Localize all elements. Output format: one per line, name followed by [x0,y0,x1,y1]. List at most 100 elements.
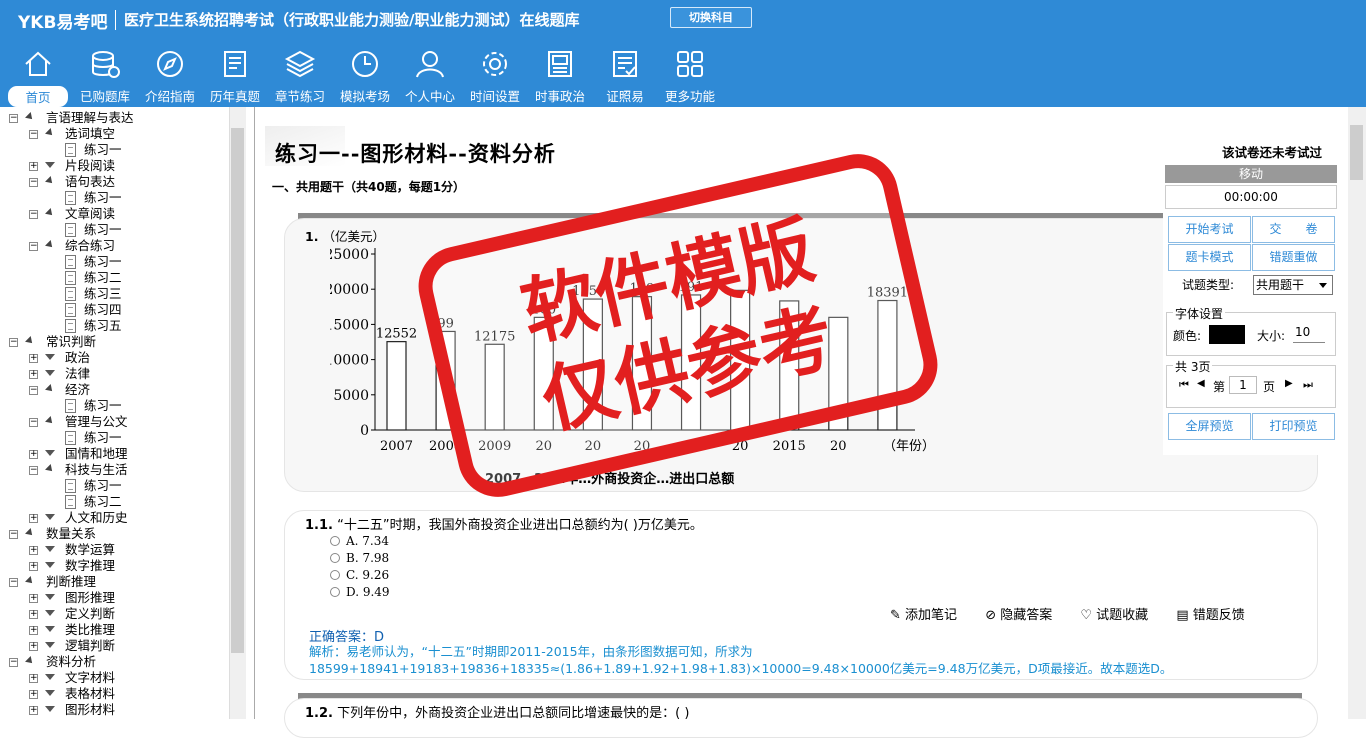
tree-leaf[interactable]: 练习一 [0,254,228,270]
tree-node[interactable]: + 表格材料 [0,686,228,702]
expand-icon[interactable]: + [29,562,38,571]
move-handle[interactable]: 移动 [1165,165,1337,183]
tree-node[interactable]: + 图形材料 [0,702,228,718]
tree-node[interactable]: + 文字材料 [0,670,228,686]
tree-leaf[interactable]: 练习四 [0,302,228,318]
tree-node[interactable]: − 经济 [0,382,228,398]
expand-icon[interactable]: + [29,706,38,715]
tree-node[interactable]: − 管理与公文 [0,414,228,430]
tree-node[interactable]: − 言语理解与表达 [0,110,228,126]
tree-leaf[interactable]: 练习二 [0,270,228,286]
nav-item-11[interactable]: 更多功能 [660,48,720,106]
collapse-icon[interactable]: − [29,418,38,427]
tree-node[interactable]: − 综合练习 [0,238,228,254]
radio-button[interactable] [330,553,340,563]
expand-icon[interactable]: + [29,370,38,379]
tree-node[interactable]: − 数量关系 [0,526,228,542]
font-size-input[interactable]: 10 [1293,325,1325,343]
collapse-icon[interactable]: − [9,658,18,667]
expand-icon[interactable]: + [29,690,38,699]
collapse-icon[interactable]: − [29,466,38,475]
last-page-icon[interactable]: ⏭ [1303,378,1313,392]
collapse-icon[interactable]: − [9,338,18,347]
nav-item-9[interactable]: 时事政治 [530,48,590,106]
tree-leaf[interactable]: 练习一 [0,398,228,414]
tree-node[interactable]: − 选词填空 [0,126,228,142]
nav-item-10[interactable]: 证照易 [595,48,655,106]
nav-item-6[interactable]: 模拟考场 [335,48,395,106]
start-exam-button[interactable]: 开始考试 [1168,216,1251,243]
print-preview-button[interactable]: 打印预览 [1252,413,1335,440]
tree-leaf[interactable]: 练习五 [0,318,228,334]
tree-node[interactable]: + 国情和地理 [0,446,228,462]
report-error-button[interactable]: ▤ 错题反馈 [1176,608,1256,623]
next-page-icon[interactable]: ▶ [1285,378,1293,389]
option-2[interactable]: B. 7.98 [330,551,389,565]
tree-node[interactable]: + 法律 [0,366,228,382]
tree-node[interactable]: + 政治 [0,350,228,366]
radio-button[interactable] [330,570,340,580]
card-mode-button[interactable]: 题卡模式 [1168,244,1251,271]
expand-icon[interactable]: + [29,674,38,683]
tree-scrollbar-thumb[interactable] [231,128,244,653]
collapse-icon[interactable]: − [29,386,38,395]
favorite-button[interactable]: ♡ 试题收藏 [1080,608,1160,623]
tree-leaf[interactable]: 练习一 [0,222,228,238]
nav-item-5[interactable]: 章节练习 [270,48,330,106]
tree-node[interactable]: + 逻辑判断 [0,638,228,654]
tree-leaf[interactable]: 练习一 [0,142,228,158]
expand-icon[interactable]: + [29,162,38,171]
collapse-icon[interactable]: − [29,210,38,219]
nav-item-3[interactable]: 介绍指南 [140,48,200,106]
tree-leaf[interactable]: 练习二 [0,494,228,510]
first-page-icon[interactable]: ⏮ [1179,378,1189,392]
expand-icon[interactable]: + [29,610,38,619]
tree-node[interactable]: + 数字推理 [0,558,228,574]
tree-node[interactable]: + 片段阅读 [0,158,228,174]
tree-node[interactable]: + 类比推理 [0,622,228,638]
expand-icon[interactable]: + [29,546,38,555]
tree-node[interactable]: + 数学运算 [0,542,228,558]
option-3[interactable]: C. 9.26 [330,568,389,582]
collapse-icon[interactable]: − [29,178,38,187]
expand-icon[interactable]: + [29,594,38,603]
fullscreen-preview-button[interactable]: 全屏预览 [1168,413,1251,440]
expand-icon[interactable]: + [29,354,38,363]
nav-item-7[interactable]: 个人中心 [400,48,460,106]
expand-icon[interactable]: + [29,450,38,459]
nav-item-1[interactable]: 首页 [8,48,68,107]
expand-icon[interactable]: + [29,642,38,651]
tree-node[interactable]: + 定义判断 [0,606,228,622]
radio-button[interactable] [330,536,340,546]
tree-leaf[interactable]: 练习一 [0,478,228,494]
tree-node[interactable]: + 人文和历史 [0,510,228,526]
option-1[interactable]: A. 7.34 [330,534,389,548]
question-type-select[interactable]: 共用题干 [1253,275,1333,295]
tree-leaf[interactable]: 练习三 [0,286,228,302]
collapse-icon[interactable]: − [9,578,18,587]
switch-subject-button[interactable]: 切换科目 [670,7,752,28]
font-color-swatch[interactable] [1209,325,1245,344]
collapse-icon[interactable]: − [29,130,38,139]
submit-button[interactable]: 交 卷 [1252,216,1335,243]
tree-node[interactable]: − 常识判断 [0,334,228,350]
tree-node[interactable]: − 语句表达 [0,174,228,190]
nav-item-4[interactable]: 历年真题 [205,48,265,106]
prev-page-icon[interactable]: ◀ [1197,378,1205,389]
redo-wrong-button[interactable]: 错题重做 [1252,244,1335,271]
expand-icon[interactable]: + [29,626,38,635]
tree-node[interactable]: − 判断推理 [0,574,228,590]
tree-leaf[interactable]: 练习一 [0,190,228,206]
content-scrollbar-thumb[interactable] [1350,125,1363,180]
radio-button[interactable] [330,587,340,597]
hide-answer-button[interactable]: ⊘ 隐藏答案 [985,608,1064,623]
tree-node[interactable]: + 图形推理 [0,590,228,606]
nav-item-8[interactable]: 时间设置 [465,48,525,106]
option-4[interactable]: D. 9.49 [330,585,390,599]
content-scrollbar[interactable] [1348,107,1366,719]
expand-icon[interactable]: + [29,514,38,523]
page-input[interactable]: 1 [1229,376,1257,394]
tree-node[interactable]: − 文章阅读 [0,206,228,222]
tree-leaf[interactable]: 练习一 [0,430,228,446]
collapse-icon[interactable]: − [9,114,18,123]
